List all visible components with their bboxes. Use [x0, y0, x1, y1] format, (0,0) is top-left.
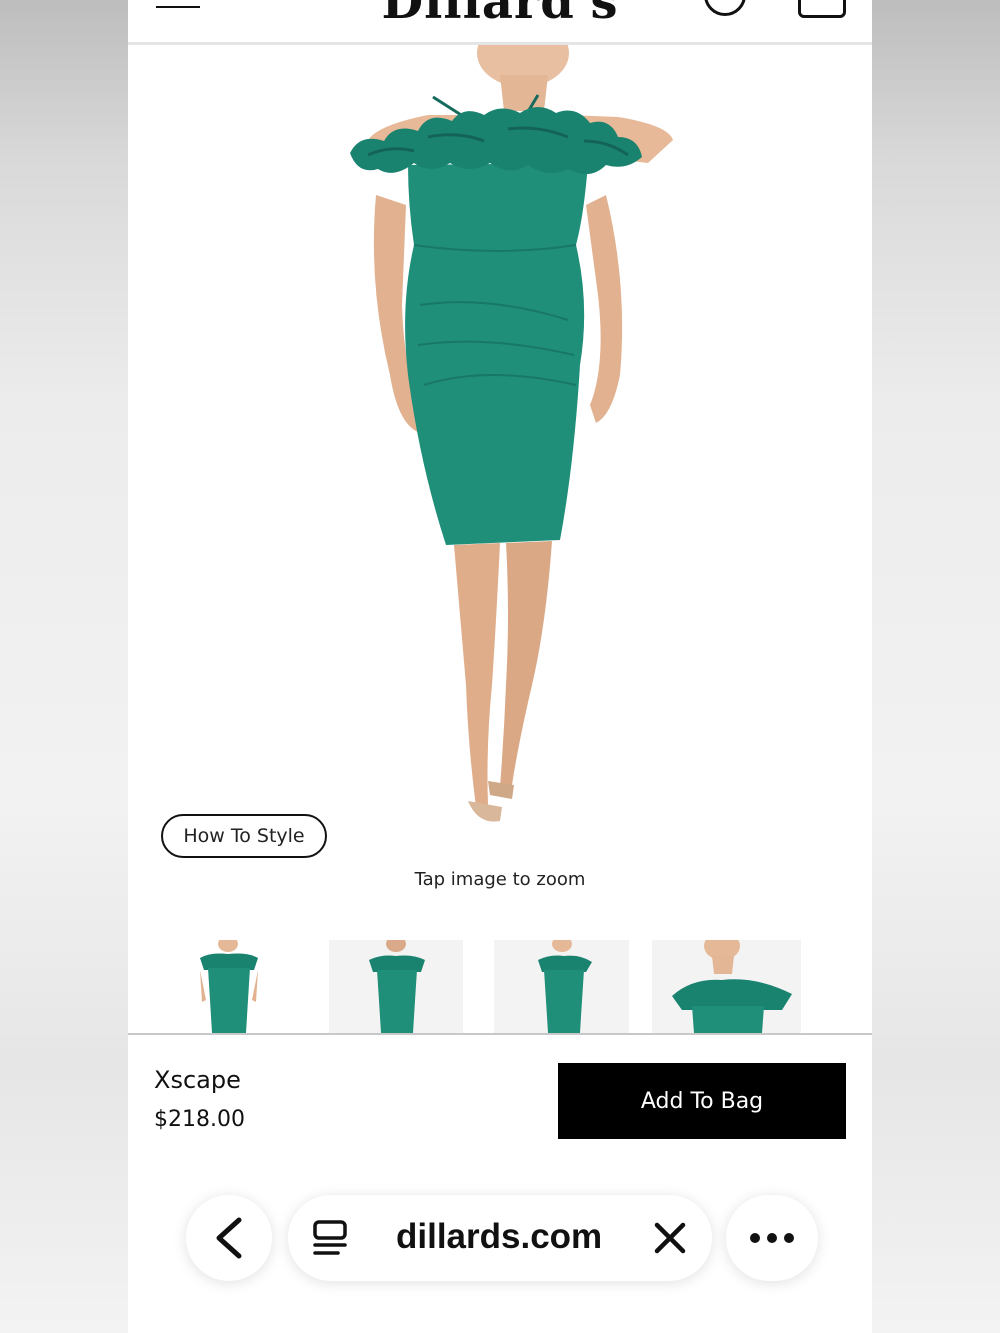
- shopping-bag-icon[interactable]: [798, 0, 846, 18]
- thumbnail-back[interactable]: [329, 940, 463, 1033]
- divider: [128, 1033, 872, 1035]
- product-price: $218.00: [154, 1107, 245, 1132]
- thumbnail-detail[interactable]: [652, 940, 801, 1033]
- thumbnail-front[interactable]: [166, 940, 298, 1033]
- how-to-style-button[interactable]: How To Style: [161, 814, 327, 858]
- add-to-bag-button[interactable]: Add To Bag: [558, 1063, 846, 1139]
- site-logo[interactable]: Dillard's: [128, 0, 872, 30]
- product-main-image[interactable]: [128, 45, 872, 835]
- browser-back-button[interactable]: [186, 1195, 272, 1281]
- url-text: dillards.com: [396, 1217, 603, 1256]
- product-brand[interactable]: Xscape: [154, 1066, 241, 1094]
- zoom-hint: Tap image to zoom: [414, 869, 586, 890]
- product-page: Dillard's How To Style Tap image to zoom…: [128, 0, 872, 1333]
- thumbnail-side[interactable]: [494, 940, 629, 1033]
- close-icon[interactable]: [654, 1222, 686, 1254]
- reader-mode-icon[interactable]: [312, 1219, 348, 1257]
- more-dots-icon: [750, 1233, 794, 1243]
- chevron-left-icon: [216, 1217, 242, 1259]
- browser-url-bar[interactable]: dillards.com: [288, 1195, 712, 1281]
- site-header: Dillard's: [128, 0, 872, 45]
- browser-more-button[interactable]: [726, 1195, 818, 1281]
- thumbnail-strip: [128, 940, 872, 1033]
